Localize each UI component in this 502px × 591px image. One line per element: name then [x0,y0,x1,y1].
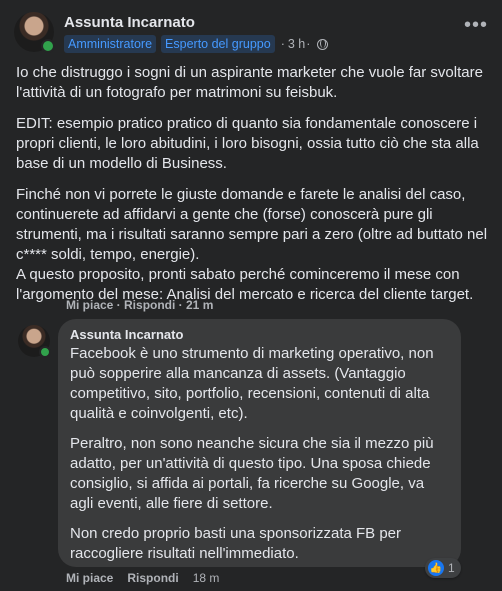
comment-author-name[interactable]: Assunta Incarnato [70,327,449,342]
post-paragraph: EDIT: esempio pratico pratico di quanto … [16,115,479,172]
reaction-count: 1 [448,561,455,575]
author-avatar[interactable] [14,12,55,53]
meta-separator-2: · [306,37,311,51]
previous-comment-actions[interactable]: Mi piace · Rispondi · 21 m [66,298,213,312]
comment-timestamp[interactable]: 18 m [193,571,220,585]
online-status-dot [39,346,51,358]
comment-bubble: Assunta Incarnato Facebook è uno strumen… [58,319,461,567]
post-timestamp[interactable]: 3 h [288,37,305,51]
badge-admin[interactable]: Amministratore [64,35,157,53]
post-meta: Amministratore Esperto del gruppo · 3 h … [64,35,329,53]
reaction-summary[interactable]: 👍 1 [425,558,461,578]
post-body: Io che distruggo i sogni di un aspirante… [16,63,488,316]
thumbs-up-icon: 👍 [428,560,444,576]
comment-text: Facebook è uno strumento di marketing op… [70,344,449,564]
comment-author-avatar[interactable] [18,325,51,358]
badge-group-expert[interactable]: Esperto del gruppo [161,35,275,53]
globe-icon [317,38,329,50]
like-button[interactable]: Mi piace [66,571,113,585]
comment-paragraph: Peraltro, non sono neanche sicura che si… [70,435,434,512]
comment-actions: Mi piace Rispondi 18 m [66,571,219,585]
online-status-dot [41,39,55,53]
post-paragraph: Finché non vi porrete le giuste domande … [16,186,488,303]
meta-separator: · [280,37,285,51]
reply-button[interactable]: Rispondi [127,571,178,585]
post-paragraph: Io che distruggo i sogni di un aspirante… [16,64,483,101]
post-author-name[interactable]: Assunta Incarnato [64,14,195,31]
comment-paragraph: Facebook è uno strumento di marketing op… [70,345,434,422]
comment-paragraph: Non credo proprio basti una sponsorizzat… [70,525,402,562]
post-header: Assunta Incarnato Amministratore Esperto… [14,12,488,58]
more-options-button[interactable]: ••• [464,15,488,35]
